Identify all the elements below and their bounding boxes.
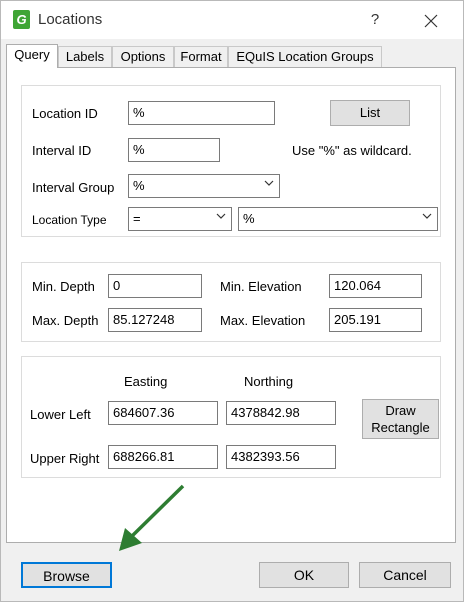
- interval-id-label: Interval ID: [32, 143, 92, 158]
- upper-right-label: Upper Right: [30, 451, 100, 466]
- locations-dialog: G Locations ? Query Labels Options Forma…: [0, 0, 464, 602]
- query-tab-panel: Location ID % List Interval ID % Use "%"…: [6, 67, 456, 543]
- chevron-down-icon: [264, 180, 274, 186]
- tab-options[interactable]: Options: [112, 46, 174, 67]
- min-depth-input[interactable]: 0: [108, 274, 202, 298]
- depth-elevation-group: Min. Depth 0 Min. Elevation 120.064 Max.…: [21, 262, 441, 342]
- extent-group: Easting Northing Lower Left 684607.36 43…: [21, 356, 441, 478]
- max-elevation-input[interactable]: 205.191: [329, 308, 422, 332]
- browse-button[interactable]: Browse: [21, 562, 112, 588]
- close-button[interactable]: [415, 9, 447, 33]
- upper-right-easting-input[interactable]: 688266.81: [108, 445, 218, 469]
- chevron-down-icon: [422, 213, 432, 219]
- query-group: Location ID % List Interval ID % Use "%"…: [21, 85, 441, 237]
- location-type-value: %: [243, 211, 255, 226]
- ok-button[interactable]: OK: [259, 562, 349, 588]
- chevron-down-icon: [216, 213, 226, 219]
- lower-left-label: Lower Left: [30, 407, 91, 422]
- lower-left-northing-input[interactable]: 4378842.98: [226, 401, 336, 425]
- list-button[interactable]: List: [330, 100, 410, 126]
- location-type-operator-value: =: [133, 211, 141, 226]
- tab-equis-location-groups[interactable]: EQuIS Location Groups: [228, 46, 382, 67]
- northing-label: Northing: [244, 374, 294, 389]
- tab-labels[interactable]: Labels: [58, 46, 112, 67]
- app-icon: G: [13, 10, 30, 29]
- wildcard-hint: Use "%" as wildcard.: [292, 143, 412, 158]
- window-title: Locations: [38, 11, 103, 28]
- tab-format[interactable]: Format: [174, 46, 228, 67]
- help-button[interactable]: ?: [361, 9, 389, 31]
- interval-group-label: Interval Group: [32, 180, 115, 195]
- location-type-value-select[interactable]: %: [238, 207, 438, 231]
- location-id-input[interactable]: %: [128, 101, 275, 125]
- min-depth-label: Min. Depth: [32, 279, 95, 294]
- lower-left-easting-input[interactable]: 684607.36: [108, 401, 218, 425]
- min-elevation-label: Min. Elevation: [220, 279, 302, 294]
- interval-group-select[interactable]: %: [128, 174, 280, 198]
- location-id-label: Location ID: [32, 106, 98, 121]
- max-depth-label: Max. Depth: [32, 313, 99, 328]
- draw-rectangle-button[interactable]: Draw Rectangle: [362, 399, 439, 439]
- max-depth-input[interactable]: 85.127248: [108, 308, 202, 332]
- close-icon: [424, 14, 438, 28]
- min-elevation-input[interactable]: 120.064: [329, 274, 422, 298]
- cancel-button[interactable]: Cancel: [359, 562, 451, 588]
- location-type-label: Location Type: [32, 213, 107, 227]
- tab-query[interactable]: Query: [6, 44, 58, 68]
- interval-id-input[interactable]: %: [128, 138, 220, 162]
- interval-group-value: %: [133, 178, 145, 193]
- annotation-arrow-icon: [119, 484, 185, 551]
- easting-label: Easting: [124, 374, 168, 389]
- title-bar: G Locations ?: [1, 1, 463, 39]
- max-elevation-label: Max. Elevation: [220, 313, 306, 328]
- upper-right-northing-input[interactable]: 4382393.56: [226, 445, 336, 469]
- location-type-operator-select[interactable]: =: [128, 207, 232, 231]
